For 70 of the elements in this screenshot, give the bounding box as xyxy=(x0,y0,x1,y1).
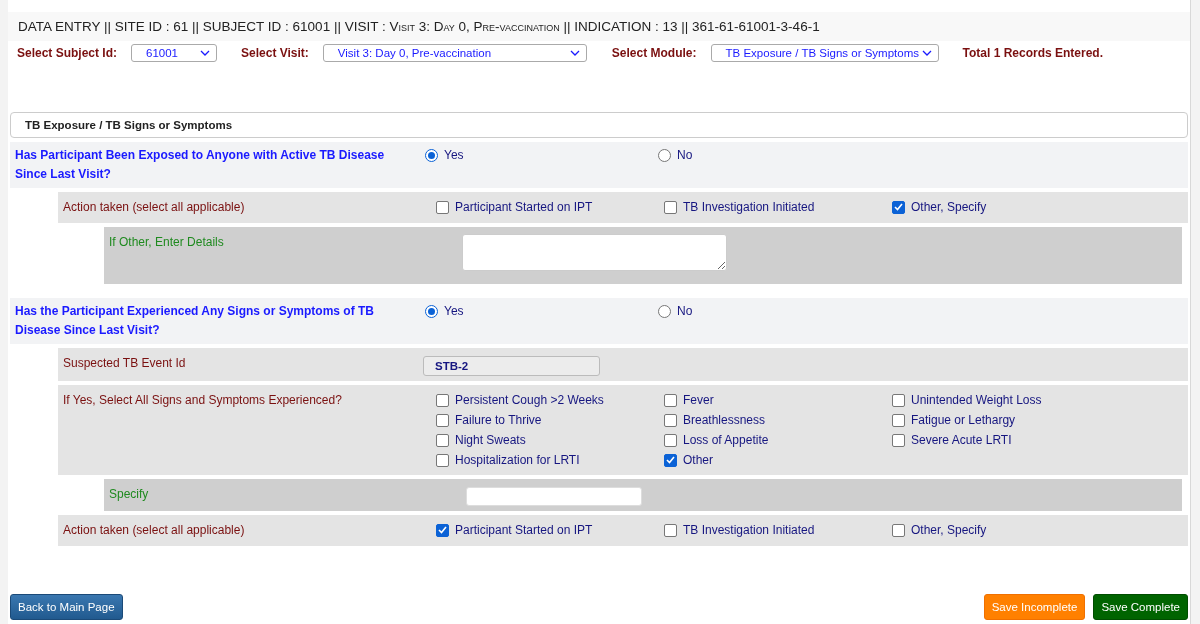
checkbox[interactable] xyxy=(436,413,449,427)
checkbox[interactable] xyxy=(436,523,449,537)
checkbox[interactable] xyxy=(892,200,905,214)
checkbox-option[interactable]: Participant Started on IPT xyxy=(436,198,664,216)
checkbox[interactable] xyxy=(436,453,449,467)
radio-button[interactable] xyxy=(425,148,438,162)
section-title: TB Exposure / TB Signs or Symptoms xyxy=(10,112,1188,138)
question-label: Action taken (select all applicable) xyxy=(63,199,246,216)
checkbox[interactable] xyxy=(892,523,905,537)
radio-button[interactable] xyxy=(658,304,671,318)
dropdown[interactable]: 61001 xyxy=(131,44,218,62)
radio-option[interactable]: Yes xyxy=(425,302,658,320)
checkmark-icon xyxy=(438,526,447,534)
checkbox[interactable] xyxy=(664,453,677,467)
checkbox[interactable] xyxy=(436,433,449,447)
checkbox-option[interactable]: Breathlessness xyxy=(664,411,892,429)
checkbox[interactable] xyxy=(892,413,905,427)
select-label: Select Visit: xyxy=(241,46,309,60)
checkbox[interactable] xyxy=(664,393,677,407)
radio-option[interactable]: No xyxy=(658,302,891,320)
checkbox-option[interactable]: Fever xyxy=(664,391,892,409)
checkmark-icon xyxy=(666,456,675,464)
question-label: Has the Participant Experienced Any Signs or Symptoms of TB Disease Since Last Visit? xyxy=(15,303,375,339)
question-label: Has Participant Been Exposed to Anyone with Active TB Disease Since Last Visit? xyxy=(15,147,386,183)
question-label: Specify xyxy=(109,486,150,503)
radio-option[interactable]: No xyxy=(658,146,891,164)
checkbox[interactable] xyxy=(664,523,677,537)
checkbox-option[interactable]: Other xyxy=(664,451,892,469)
chevron-down-icon xyxy=(921,50,932,56)
checkbox[interactable] xyxy=(436,393,449,407)
checkmark-icon xyxy=(894,203,903,211)
question-label: Action taken (select all applicable) xyxy=(63,522,246,539)
checkbox-option[interactable]: Failure to Thrive xyxy=(436,411,664,429)
select-label: Select Subject Id: xyxy=(17,46,118,60)
radio-option[interactable]: Yes xyxy=(425,146,658,164)
page-header: DATA ENTRY || SITE ID : 61 || SUBJECT ID : 61001 || VISIT : Visit 3: Day 0, Pre-vaccination || INDICATION : 13 || 361-61-61001-3-46-1 xyxy=(8,12,1190,41)
dropdown[interactable]: Visit 3: Day 0, Pre-vaccination xyxy=(322,44,587,62)
checkbox-option[interactable]: Persistent Cough >2 Weeks xyxy=(436,391,664,409)
action-button[interactable]: Save Complete xyxy=(1093,594,1188,620)
question-label: If Other, Enter Details xyxy=(109,234,225,251)
details-field[interactable] xyxy=(462,234,727,271)
checkbox-option[interactable]: TB Investigation Initiated xyxy=(664,521,892,539)
event-id-field: STB-2 xyxy=(423,356,600,376)
question-label: If Yes, Select All Signs and Symptoms Experienced? xyxy=(63,392,343,409)
checkbox-option[interactable]: Other, Specify xyxy=(892,198,1120,216)
checkbox[interactable] xyxy=(664,200,677,214)
select-label: Select Module: xyxy=(611,46,697,60)
radio-button[interactable] xyxy=(425,304,438,318)
checkbox[interactable] xyxy=(892,433,905,447)
records-note: Total 1 Records Entered. xyxy=(962,46,1103,60)
checkbox[interactable] xyxy=(664,413,677,427)
radio-button[interactable] xyxy=(658,148,671,162)
checkbox-option[interactable]: Fatigue or Lethargy xyxy=(892,411,1120,429)
checkbox-option[interactable]: Night Sweats xyxy=(436,431,664,449)
question-label: Suspected TB Event Id xyxy=(63,355,187,372)
checkbox-option[interactable]: Other, Specify xyxy=(892,521,1120,539)
checkbox-option[interactable]: Hospitalization for LRTI xyxy=(436,451,664,469)
chevron-down-icon xyxy=(200,50,211,56)
checkbox-option[interactable]: Unintended Weight Loss xyxy=(892,391,1120,409)
checkbox-option[interactable]: Loss of Appetite xyxy=(664,431,892,449)
dropdown[interactable]: TB Exposure / TB Signs or Symptoms xyxy=(710,44,939,62)
specify-field[interactable] xyxy=(466,487,642,506)
action-button[interactable]: Back to Main Page xyxy=(10,594,123,620)
checkbox-option[interactable]: Severe Acute LRTI xyxy=(892,431,1120,449)
checkbox-option[interactable]: Participant Started on IPT xyxy=(436,521,664,539)
checkbox[interactable] xyxy=(664,433,677,447)
checkbox[interactable] xyxy=(436,200,449,214)
checkbox[interactable] xyxy=(892,393,905,407)
chevron-down-icon xyxy=(569,50,580,56)
checkbox-option[interactable]: TB Investigation Initiated xyxy=(664,198,892,216)
